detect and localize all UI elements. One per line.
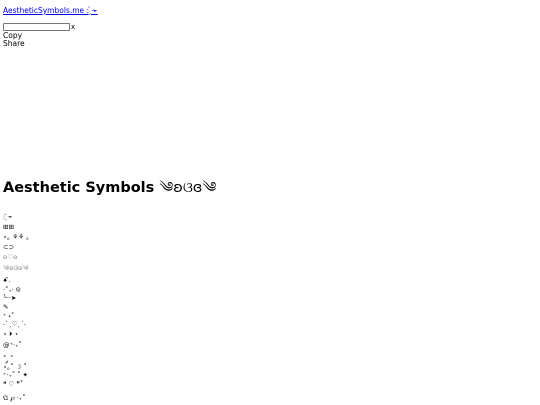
share-button[interactable]: Share <box>3 39 25 48</box>
page-title: Aesthetic Symbols ༄ʚଓɞ༄ <box>3 178 216 198</box>
site-home-link[interactable]: AestheticSymbols.me : ̗̀➛ <box>3 6 98 15</box>
page-title-text: Aesthetic Symbols <box>3 180 155 196</box>
symbol-item[interactable]: ʚ♡ɞ <box>3 253 17 261</box>
search-input[interactable] <box>3 23 70 31</box>
symbol-item[interactable]: ⋅˚₊‧ ଳ <box>3 286 21 294</box>
symbol-item[interactable]: ⋆｡ ⚘⚘ ｡ <box>3 233 29 241</box>
symbol-item[interactable]: ⊂⊃ <box>3 243 14 251</box>
clear-icon[interactable]: x <box>71 23 75 31</box>
symbol-item[interactable]: ⁺‧₊˚ ˚ ✦ <box>3 371 28 379</box>
symbol-item[interactable]: ⁺ ˖˚ <box>3 312 14 320</box>
symbol-item[interactable]: ˗ˋˏ♡ˎˊ˗ <box>3 320 26 328</box>
symbol-item[interactable]: ଘ ℘ ‧₊˚ <box>3 394 25 402</box>
symbol-item[interactable]: ╰┈➤ <box>3 294 16 302</box>
symbol-item[interactable]: ⋆｡˚ ☽ ˚ <box>3 363 27 371</box>
symbol-item[interactable]: ❝ ♡ ❞˚ <box>3 380 23 388</box>
symbol-item[interactable]: ⋆ ⏵ ⋆ <box>3 330 19 338</box>
title-symbol: ༄ʚଓɞ༄ <box>159 180 217 196</box>
symbol-item[interactable]: ˚ ༘ ˚ <box>3 355 13 363</box>
symbol-item[interactable]: ༄ʚଓɞ༄ <box>3 264 29 272</box>
symbol-item[interactable]: : ̗̀➛ <box>3 213 13 221</box>
symbol-item[interactable]: ꗃ. <box>3 276 10 284</box>
symbol-item[interactable]: ✎ <box>3 303 8 311</box>
symbol-item[interactable]: ⊞⊞ <box>3 223 14 231</box>
symbol-item[interactable]: @⁺‧₊˚ <box>3 341 22 349</box>
